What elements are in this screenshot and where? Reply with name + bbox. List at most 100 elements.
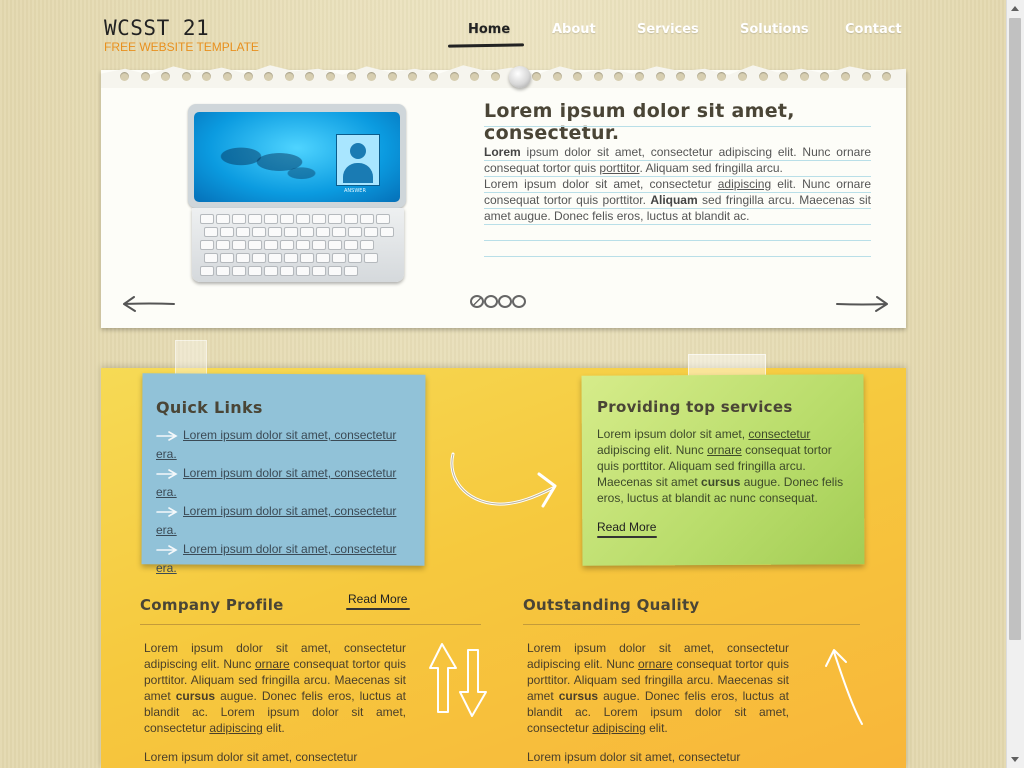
keyboard-key bbox=[296, 266, 310, 276]
keyboard-key bbox=[252, 253, 266, 263]
paper-hole bbox=[429, 72, 438, 81]
keyboard-key bbox=[204, 227, 218, 237]
keyboard-key bbox=[328, 214, 342, 224]
paper-hole bbox=[243, 72, 253, 81]
pager-dot[interactable] bbox=[498, 295, 512, 308]
keyboard-key bbox=[232, 240, 246, 250]
oq-text-4: elit. bbox=[645, 721, 668, 735]
keyboard-key bbox=[316, 227, 330, 237]
keyboard-key bbox=[360, 240, 374, 250]
ruled-line bbox=[484, 176, 871, 177]
keyboard-key bbox=[280, 214, 294, 224]
services-link-ornare[interactable]: ornare bbox=[707, 443, 742, 457]
arrow-right-icon bbox=[156, 431, 178, 441]
arrow-right-icon bbox=[156, 507, 178, 517]
keyboard-key bbox=[284, 227, 298, 237]
outstanding-quality-text: Lorem ipsum dolor sit amet, consectetur … bbox=[527, 640, 789, 736]
keyboard-key bbox=[312, 266, 326, 276]
device-screen-label: ANSWER bbox=[344, 188, 366, 194]
pager-dot[interactable] bbox=[484, 295, 498, 308]
slide-link-porttitor[interactable]: porttitor bbox=[599, 161, 639, 175]
keyboard-key bbox=[264, 240, 278, 250]
paper-hole bbox=[593, 72, 603, 81]
keyboard-key bbox=[220, 227, 234, 237]
cp-link-adipiscing[interactable]: adipiscing bbox=[209, 721, 262, 735]
services-text-2: adipiscing elit. Nunc bbox=[597, 443, 708, 457]
oq-bold: cursus bbox=[558, 689, 599, 703]
scrollbar-thumb[interactable] bbox=[1009, 18, 1021, 640]
slide-text-3: Lorem ipsum dolor sit amet, consectetur bbox=[484, 177, 718, 191]
slide-bold-2: Aliquam bbox=[650, 193, 698, 207]
slide-text-2: . Aliquam sed fringilla arcu. bbox=[639, 161, 783, 175]
section-rule bbox=[523, 624, 860, 625]
oq-link-ornare[interactable]: ornare bbox=[638, 657, 673, 671]
nav-solutions[interactable]: Solutions bbox=[740, 22, 809, 37]
outstanding-quality-text-2: Lorem ipsum dolor sit amet, consectetur bbox=[527, 750, 741, 764]
quick-link[interactable]: Lorem ipsum dolor sit amet, consectetur … bbox=[156, 542, 396, 575]
slide-title: Lorem ipsum dolor sit amet, consectetur. bbox=[484, 100, 795, 144]
paper-hole bbox=[882, 72, 892, 81]
keyboard-key bbox=[200, 240, 214, 250]
keyboard-key bbox=[268, 227, 282, 237]
oq-link-adipiscing[interactable]: adipiscing bbox=[592, 721, 645, 735]
company-profile-read-more-button[interactable]: Read More bbox=[348, 592, 407, 606]
site-logo[interactable]: WCSST 21 FREE WEBSITE TEMPLATE bbox=[104, 16, 259, 54]
vertical-scrollbar[interactable] bbox=[1006, 0, 1024, 768]
keyboard-key bbox=[332, 253, 346, 263]
services-read-more-button[interactable]: Read More bbox=[597, 520, 656, 534]
paper-hole bbox=[614, 72, 624, 81]
nav-about[interactable]: About bbox=[552, 22, 596, 37]
pin-icon bbox=[509, 66, 531, 88]
paper-hole bbox=[408, 72, 418, 81]
device-keyboard bbox=[192, 208, 404, 282]
paper-hole bbox=[120, 72, 129, 81]
device-screen: ANSWER bbox=[194, 112, 400, 202]
world-map-graphic bbox=[208, 134, 318, 190]
services-link-consectetur[interactable]: consectetur bbox=[748, 427, 810, 441]
ruled-line bbox=[484, 208, 871, 209]
keyboard-key bbox=[348, 253, 362, 263]
ruled-line bbox=[484, 192, 871, 193]
pager-dot[interactable] bbox=[512, 295, 526, 308]
paper-hole bbox=[181, 72, 191, 81]
nav-home[interactable]: Home bbox=[468, 22, 510, 37]
arrow-right-icon bbox=[156, 545, 178, 555]
keyboard-key bbox=[264, 266, 278, 276]
keyboard-key bbox=[200, 266, 214, 276]
paper-hole bbox=[841, 72, 850, 81]
keyboard-key bbox=[312, 214, 326, 224]
arrow-left-icon[interactable] bbox=[120, 294, 176, 314]
paper-hole bbox=[470, 72, 480, 81]
paper-hole bbox=[223, 72, 232, 81]
scroll-up-icon[interactable] bbox=[1007, 0, 1024, 17]
section-rule bbox=[140, 624, 481, 625]
keyboard-key bbox=[296, 240, 310, 250]
quick-link[interactable]: Lorem ipsum dolor sit amet, consectetur … bbox=[156, 466, 396, 499]
keyboard-key bbox=[264, 214, 278, 224]
swap-arrows-icon bbox=[429, 643, 487, 717]
arrow-right-icon[interactable] bbox=[835, 294, 891, 314]
scroll-down-icon[interactable] bbox=[1007, 751, 1024, 768]
pager-dot[interactable] bbox=[470, 295, 484, 308]
quick-link-item: Lorem ipsum dolor sit amet, consectetur … bbox=[156, 426, 402, 464]
services-bold: cursus bbox=[701, 475, 741, 489]
paper-hole bbox=[779, 72, 789, 81]
quick-link-item: Lorem ipsum dolor sit amet, consectetur … bbox=[156, 540, 402, 578]
slide-title-rule bbox=[484, 126, 871, 127]
quick-link[interactable]: Lorem ipsum dolor sit amet, consectetur … bbox=[156, 504, 396, 537]
paper-hole bbox=[202, 72, 212, 81]
quick-link[interactable]: Lorem ipsum dolor sit amet, consectetur … bbox=[156, 428, 396, 461]
paper-hole bbox=[387, 72, 397, 81]
keyboard-key bbox=[312, 240, 326, 250]
arrow-right-icon bbox=[156, 469, 178, 479]
company-profile-title: Company Profile bbox=[140, 596, 284, 614]
cp-link-ornare[interactable]: ornare bbox=[255, 657, 290, 671]
nav-contact[interactable]: Contact bbox=[845, 22, 902, 37]
keyboard-key bbox=[216, 214, 230, 224]
paper-hole bbox=[346, 72, 356, 81]
paper-hole bbox=[264, 72, 274, 81]
slide-link-adipiscing[interactable]: adipiscing bbox=[718, 177, 771, 191]
nav-services[interactable]: Services bbox=[637, 22, 699, 37]
up-arrow-icon bbox=[825, 649, 863, 725]
device-screen-frame: ANSWER bbox=[188, 104, 406, 208]
